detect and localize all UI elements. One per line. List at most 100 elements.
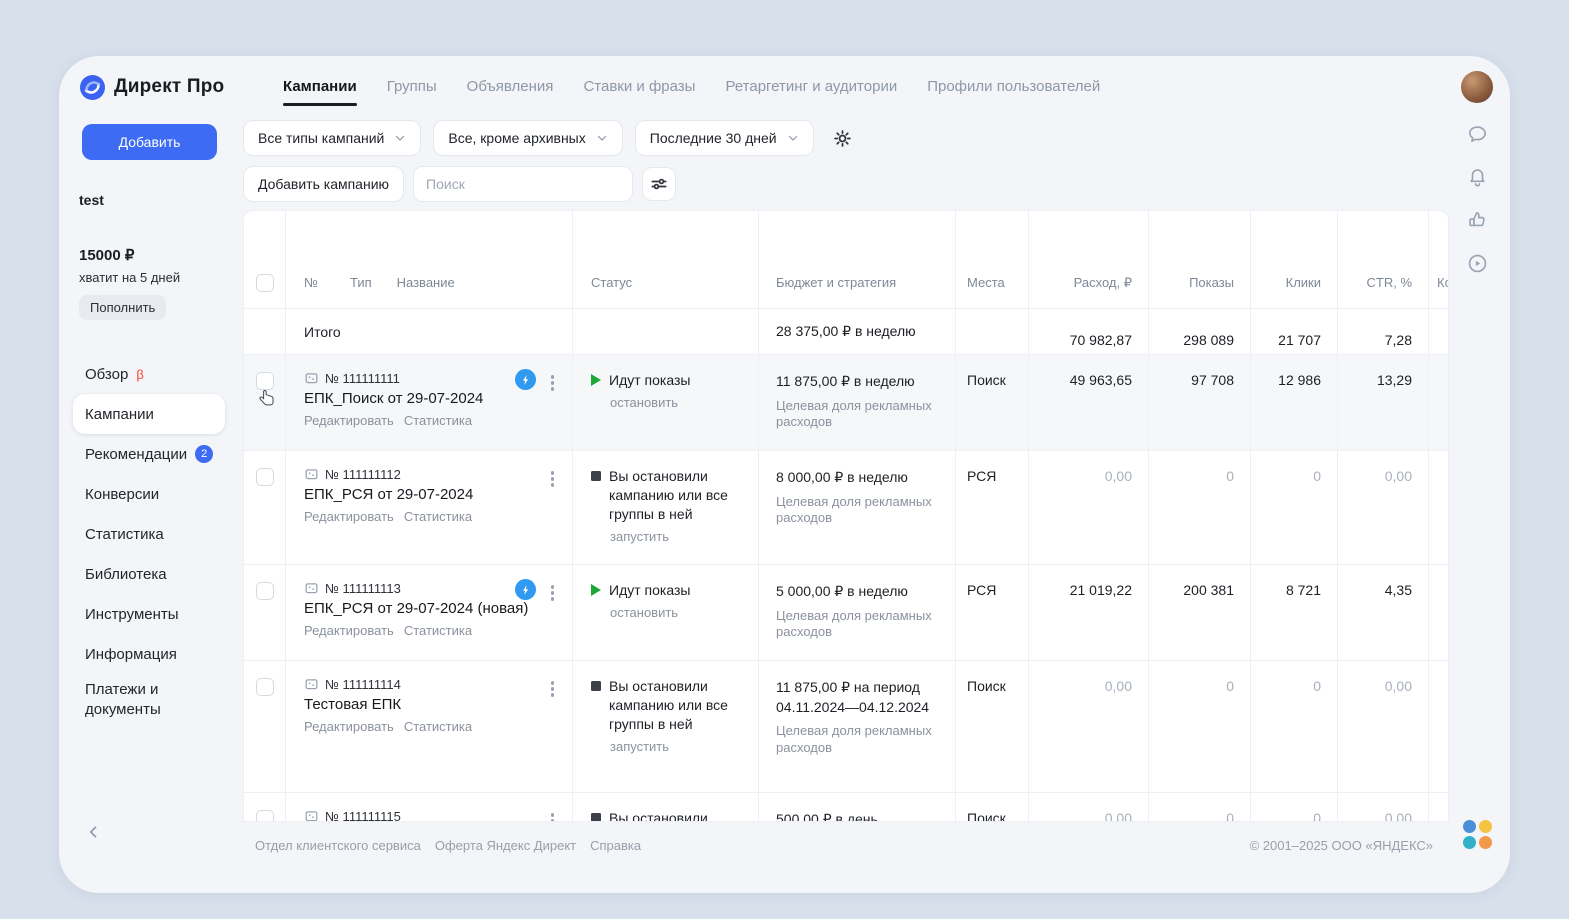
sidebar-item-statistics[interactable]: Статистика <box>73 514 229 554</box>
footer-link-help[interactable]: Справка <box>590 838 641 853</box>
campaign-name[interactable]: Тестовая ЕПК <box>304 696 572 713</box>
sidebar-item-information[interactable]: Информация <box>73 634 229 674</box>
row-checkbox[interactable] <box>256 468 274 486</box>
campaign-number: № 111111111 <box>325 371 400 386</box>
clicks-value: 8 721 <box>1251 565 1338 660</box>
autobudget-bolt-icon <box>515 369 536 390</box>
autobudget-bolt-icon <box>515 579 536 600</box>
row-menu-button[interactable] <box>549 811 557 822</box>
row-menu-button[interactable] <box>549 469 557 489</box>
sidebar-collapse-button[interactable] <box>86 824 102 845</box>
edit-link[interactable]: Редактировать <box>304 509 394 524</box>
stats-link[interactable]: Статистика <box>404 413 472 428</box>
budget-amount: 500,00 ₽ в день <box>776 810 939 822</box>
row-menu-button[interactable] <box>549 583 557 603</box>
floating-widget-icons[interactable] <box>1463 820 1492 849</box>
totals-budget: 28 375,00 ₽ в неделю <box>759 309 956 354</box>
row-checkbox[interactable] <box>256 582 274 600</box>
status-text: Вы остановили <box>609 809 708 822</box>
video-help-button[interactable] <box>1466 252 1489 275</box>
edit-link[interactable]: Редактировать <box>304 623 394 638</box>
totals-label: Итого <box>286 309 573 354</box>
campaign-type-icon <box>304 581 319 596</box>
totals-ctr: 7,28 <box>1338 309 1429 354</box>
sidebar-item-overview[interactable]: Обзор β <box>73 354 229 394</box>
topup-button[interactable]: Пополнить <box>79 295 166 320</box>
tab-groups[interactable]: Группы <box>387 78 437 95</box>
period-filter[interactable]: Последние 30 дней <box>635 120 814 156</box>
notifications-button[interactable] <box>1466 166 1489 189</box>
col-header-cut: Ко <box>1429 257 1448 308</box>
places-value: Поиск <box>956 661 1029 792</box>
row-checkbox[interactable] <box>256 372 274 390</box>
feedback-button[interactable] <box>1466 209 1489 232</box>
main-area: Кампании Группы Объявления Ставки и фраз… <box>243 56 1510 893</box>
stats-link[interactable]: Статистика <box>404 509 472 524</box>
tab-ads[interactable]: Объявления <box>467 78 554 95</box>
stop-campaign-link[interactable]: остановить <box>610 395 744 410</box>
row-checkbox[interactable] <box>256 810 274 822</box>
actions-row: Добавить кампанию <box>243 166 676 202</box>
gear-icon <box>832 128 853 149</box>
status-text: Идут показы <box>609 371 690 390</box>
col-header-ctr: CTR, % <box>1338 257 1429 308</box>
edit-link[interactable]: Редактировать <box>304 719 394 734</box>
footer-link-support[interactable]: Отдел клиентского сервиса <box>255 838 421 853</box>
totals-row: Итого 28 375,00 ₽ в неделю 70 982,87 298… <box>244 309 1448 355</box>
settings-gear-button[interactable] <box>826 121 860 155</box>
clicks-value: 0 <box>1251 451 1338 564</box>
stats-link[interactable]: Статистика <box>404 623 472 638</box>
user-avatar[interactable] <box>1461 71 1493 103</box>
sidebar-item-label: Платежи и документы <box>85 680 195 721</box>
sidebar-item-library[interactable]: Библиотека <box>73 554 229 594</box>
shows-value: 0 <box>1149 793 1251 822</box>
sidebar-item-campaigns[interactable]: Кампании <box>73 394 225 434</box>
footer-link-offer[interactable]: Оферта Яндекс Директ <box>435 838 576 853</box>
start-campaign-link[interactable]: запустить <box>610 529 744 544</box>
row-menu-button[interactable] <box>549 679 557 699</box>
sidebar-item-label: Информация <box>85 646 177 663</box>
campaign-number: № 111111115 <box>325 809 401 822</box>
campaign-number: № 111111114 <box>325 677 401 692</box>
spend-value: 21 019,22 <box>1029 565 1149 660</box>
advanced-filter-button[interactable] <box>642 167 676 201</box>
col-header-status: Статус <box>573 257 759 308</box>
table-row: № 111111114 Тестовая ЕПК Редактировать С… <box>244 661 1448 793</box>
campaign-name[interactable]: ЕПК_РСЯ от 29-07-2024 (новая) <box>304 600 572 617</box>
budget-strategy: Целевая доля рекламных расходов <box>776 494 939 528</box>
add-campaign-button[interactable]: Добавить кампанию <box>243 166 404 202</box>
table-row: № 111111113 ЕПК_РСЯ от 29-07-2024 (новая… <box>244 565 1448 661</box>
stats-link[interactable]: Статистика <box>404 719 472 734</box>
sidebar-item-conversions[interactable]: Конверсии <box>73 474 229 514</box>
totals-spend: 70 982,87 <box>1029 309 1149 354</box>
campaign-name[interactable]: ЕПК_РСЯ от 29-07-2024 <box>304 486 572 503</box>
budget-strategy: Целевая доля рекламных расходов <box>776 398 939 432</box>
stop-campaign-link[interactable]: остановить <box>610 605 744 620</box>
tab-retargeting[interactable]: Ретаргетинг и аудитории <box>725 78 897 95</box>
add-campaign-label: Добавить кампанию <box>258 176 389 192</box>
account-name: test <box>79 192 229 208</box>
totals-clicks: 21 707 <box>1251 309 1338 354</box>
add-button[interactable]: Добавить <box>82 124 217 160</box>
search-input[interactable] <box>413 166 633 202</box>
sidebar-item-recommendations[interactable]: Рекомендации 2 <box>73 434 229 474</box>
chat-button[interactable] <box>1466 123 1489 146</box>
sidebar-item-tools[interactable]: Инструменты <box>73 594 229 634</box>
edit-link[interactable]: Редактировать <box>304 413 394 428</box>
archive-filter[interactable]: Все, кроме архивных <box>433 120 622 156</box>
row-menu-button[interactable] <box>549 373 557 393</box>
tab-campaigns[interactable]: Кампании <box>283 78 357 95</box>
sidebar-item-payments[interactable]: Платежи и документы <box>73 674 229 730</box>
campaign-name[interactable]: ЕПК_Поиск от 29-07-2024 <box>304 390 572 407</box>
budget-amount: 11 875,00 ₽ в неделю <box>776 372 939 392</box>
brand-logo[interactable]: Директ Про <box>79 72 229 102</box>
spend-value: 0,00 <box>1029 451 1149 564</box>
tab-user-profiles[interactable]: Профили пользователей <box>927 78 1100 95</box>
start-campaign-link[interactable]: запустить <box>610 739 744 754</box>
ctr-value: 0,00 <box>1338 661 1429 792</box>
tab-bids-phrases[interactable]: Ставки и фразы <box>583 78 695 95</box>
select-all-checkbox[interactable] <box>256 274 274 292</box>
status-text: Вы остановили кампанию или все группы в … <box>609 677 744 734</box>
campaign-type-filter[interactable]: Все типы кампаний <box>243 120 421 156</box>
row-checkbox[interactable] <box>256 678 274 696</box>
